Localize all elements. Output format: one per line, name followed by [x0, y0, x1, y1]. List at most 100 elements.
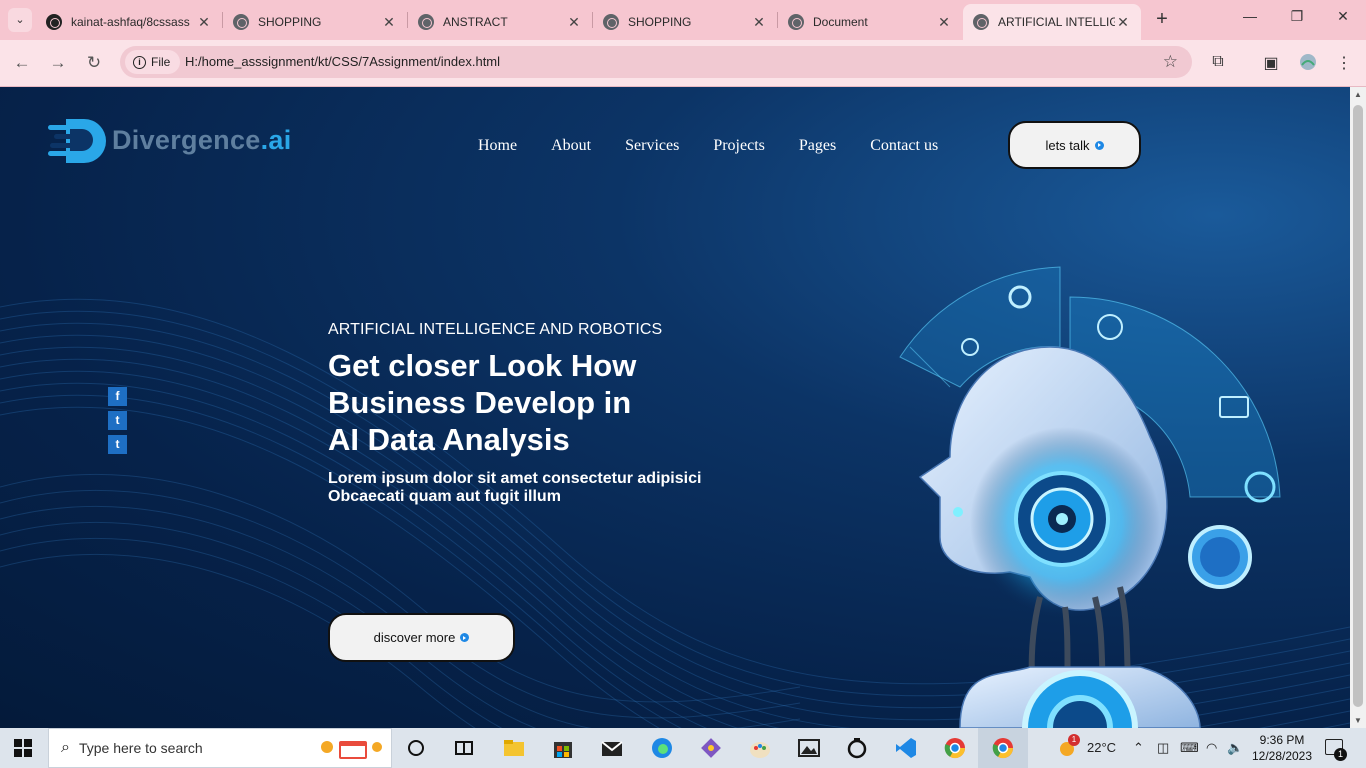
browser-tab[interactable]: kainat-ashfaq/8cssass ✕: [36, 4, 222, 40]
site-logo[interactable]: Divergence.ai: [48, 117, 292, 163]
side-panel-icon[interactable]: ▣: [1261, 53, 1281, 73]
minimize-icon[interactable]: —: [1240, 8, 1260, 24]
file-explorer-icon[interactable]: [502, 736, 526, 760]
subtext-line: Obcaecati quam aut fugit illum: [328, 488, 561, 505]
web-page: Divergence.ai Home About Services Projec…: [0, 87, 1350, 728]
url-text[interactable]: H:/home_asssignment/kt/CSS/7Assignment/i…: [185, 54, 500, 69]
browser-tab[interactable]: ANSTRACT ✕: [408, 4, 592, 40]
globe-icon: [973, 14, 989, 30]
scrollbar-thumb[interactable]: [1353, 105, 1363, 707]
logo-mark-icon: [48, 119, 106, 163]
nav-home[interactable]: Home: [478, 137, 517, 155]
browser-tab[interactable]: SHOPPING ✕: [223, 4, 407, 40]
tab-search-button[interactable]: ⌄: [8, 8, 32, 32]
nav-pages[interactable]: Pages: [799, 137, 836, 155]
close-tab-icon[interactable]: ✕: [566, 14, 582, 31]
hero-subtext: Lorem ipsum dolor sit amet consectetur a…: [328, 470, 748, 506]
tray-chevron-up-icon[interactable]: ⌃: [1133, 740, 1144, 756]
widgets-icon[interactable]: [452, 736, 476, 760]
logo-suffix: .ai: [260, 124, 292, 155]
browser-toolbar: ← → ↻ i File H:/home_asssignment/kt/CSS/…: [0, 40, 1366, 87]
taskbar-clock[interactable]: 9:36 PM 12/28/2023: [1250, 732, 1314, 764]
copilot-icon[interactable]: [845, 736, 869, 760]
restore-icon[interactable]: ❐: [1287, 8, 1307, 25]
facebook-icon[interactable]: f: [108, 387, 127, 406]
lets-talk-button[interactable]: lets talk: [1008, 121, 1141, 169]
tab-title: kainat-ashfaq/8cssass: [71, 15, 190, 29]
headline-line: AI Data Analysis: [328, 422, 570, 457]
paint-icon[interactable]: [748, 736, 772, 760]
close-tab-icon[interactable]: ✕: [936, 14, 952, 31]
logo-name: Divergence: [112, 124, 261, 155]
hero-eyebrow: ARTIFICIAL INTELLIGENCE AND ROBOTICS: [328, 321, 663, 338]
hero-headline: Get closer Look How Business Develop in …: [328, 347, 748, 458]
volume-icon[interactable]: 🔈: [1227, 740, 1243, 756]
info-icon: i: [133, 55, 146, 69]
discover-more-button[interactable]: discover more: [328, 613, 515, 662]
search-placeholder: Type here to search: [78, 740, 203, 756]
back-icon[interactable]: ←: [12, 53, 32, 73]
social-links: f t t: [108, 387, 127, 459]
vscode-icon[interactable]: [894, 736, 918, 760]
main-nav: Home About Services Projects Pages Conta…: [478, 137, 972, 155]
new-tab-button[interactable]: +: [1152, 8, 1172, 32]
nav-projects[interactable]: Projects: [713, 137, 765, 155]
nav-contact[interactable]: Contact us: [870, 137, 938, 155]
task-view-icon[interactable]: [404, 736, 428, 760]
scheme-label: File: [151, 55, 171, 69]
globe-icon: [233, 14, 249, 30]
microsoft-store-icon[interactable]: [551, 736, 575, 760]
scroll-up-icon[interactable]: ▲: [1350, 90, 1366, 99]
scroll-down-icon[interactable]: ▼: [1350, 716, 1366, 725]
browser-tab[interactable]: SHOPPING ✕: [593, 4, 777, 40]
headline-line: Business Develop in: [328, 385, 632, 420]
reload-icon[interactable]: ↻: [84, 53, 104, 73]
close-tab-icon[interactable]: ✕: [751, 14, 767, 31]
clock-date: 12/28/2023: [1251, 749, 1313, 763]
globe-icon: [788, 14, 804, 30]
chrome-icon[interactable]: [943, 736, 967, 760]
close-tab-icon[interactable]: ✕: [1115, 14, 1131, 31]
address-bar[interactable]: i File H:/home_asssignment/kt/CSS/7Assig…: [120, 46, 1192, 78]
arrow-circle-icon: [460, 633, 470, 642]
bookmark-star-icon[interactable]: ☆: [1163, 52, 1178, 72]
forward-icon[interactable]: →: [48, 53, 68, 73]
tab-title: ANSTRACT: [443, 15, 508, 29]
close-tab-icon[interactable]: ✕: [381, 14, 397, 31]
browser-tab[interactable]: Document ✕: [778, 4, 962, 40]
extensions-icon[interactable]: ⧉: [1208, 53, 1228, 71]
github-icon: [46, 14, 62, 30]
nav-services[interactable]: Services: [625, 137, 679, 155]
site-info-chip[interactable]: i File: [125, 50, 181, 74]
edge-browser-icon[interactable]: [650, 736, 674, 760]
more-menu-icon[interactable]: ⋮: [1334, 53, 1354, 73]
headline-line: Get closer Look How: [328, 348, 637, 383]
nav-about[interactable]: About: [551, 137, 591, 155]
twitter-icon[interactable]: t: [108, 411, 127, 430]
arrow-circle-icon: [1094, 140, 1104, 150]
globe-icon: [418, 14, 434, 30]
git-client-icon[interactable]: [699, 736, 723, 760]
meet-now-icon[interactable]: ◫: [1157, 740, 1169, 756]
wifi-icon[interactable]: ◠: [1206, 740, 1217, 756]
ai-robot-illustration: [899, 266, 1281, 728]
calendar-illustration-icon: [321, 741, 382, 759]
lets-talk-label: lets talk: [1045, 137, 1090, 153]
discover-more-label: discover more: [373, 630, 456, 645]
browser-tab-active[interactable]: ARTIFICIAL INTELLIGE ✕: [963, 4, 1141, 40]
twitter-icon[interactable]: t: [108, 435, 127, 454]
profile-avatar-icon[interactable]: [1298, 53, 1318, 76]
weather-temperature[interactable]: 22°C: [1087, 740, 1116, 755]
close-tab-icon[interactable]: ✕: [196, 14, 212, 31]
taskbar-search-box[interactable]: ⌕ Type here to search: [48, 728, 392, 768]
chrome-active-icon[interactable]: [991, 736, 1015, 760]
subtext-line: Lorem ipsum dolor sit amet consectetur a…: [328, 470, 702, 487]
input-method-icon[interactable]: ⌨: [1180, 740, 1199, 756]
tab-title: SHOPPING: [258, 15, 322, 29]
mail-icon[interactable]: [600, 736, 624, 760]
logo-wordmark: Divergence.ai: [112, 125, 292, 156]
windows-start-icon[interactable]: [14, 739, 32, 757]
page-scrollbar[interactable]: ▲ ▼: [1350, 87, 1366, 728]
photos-icon[interactable]: [797, 736, 821, 760]
close-window-icon[interactable]: ✕: [1333, 8, 1353, 25]
